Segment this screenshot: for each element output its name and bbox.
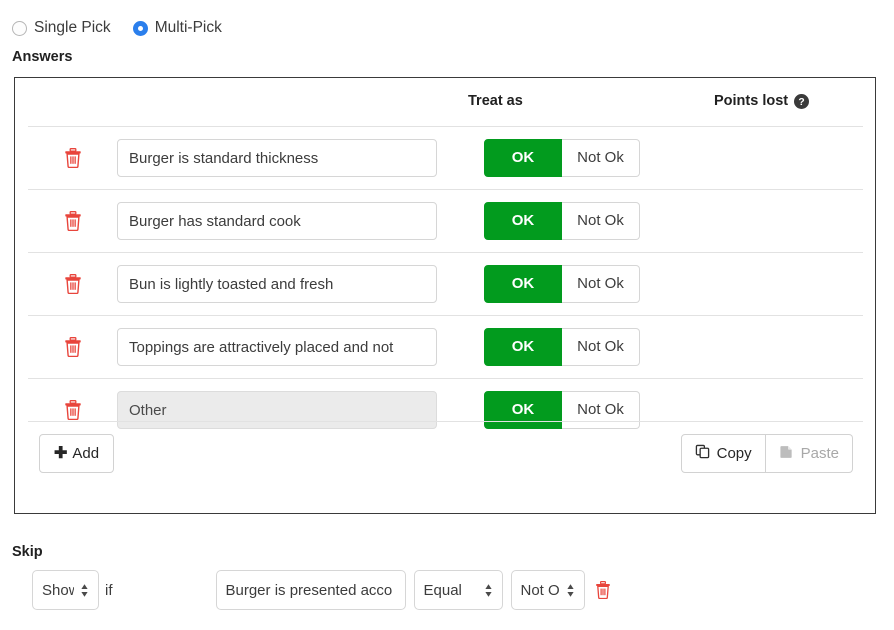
- treat-as-not-ok-button[interactable]: Not Ok: [562, 265, 640, 303]
- delete-answer-button[interactable]: [64, 211, 82, 232]
- delete-answer-cell: [28, 148, 117, 169]
- answer-text-input[interactable]: [117, 328, 437, 366]
- table-row: OKNot Ok: [28, 126, 863, 189]
- skip-action-select[interactable]: Show: [32, 570, 99, 610]
- copy-label: Copy: [716, 445, 752, 462]
- chevron-updown-icon: [566, 583, 575, 598]
- pick-type-radio-group: Single Pick Multi-Pick: [12, 17, 244, 39]
- column-header-points-lost: Points lost ?: [714, 93, 810, 109]
- answers-panel-footer: ✚ Add Copy Paste: [28, 421, 863, 513]
- delete-answer-cell: [28, 274, 117, 295]
- copy-button[interactable]: Copy: [680, 434, 766, 473]
- skip-section-title: Skip: [12, 544, 43, 560]
- column-header-points-lost-label: Points lost: [714, 93, 789, 109]
- copy-paste-group: Copy Paste: [680, 434, 853, 473]
- skip-value-value: Not Ok: [520, 581, 560, 599]
- answer-text-input[interactable]: [117, 265, 437, 303]
- delete-answer-button[interactable]: [64, 337, 82, 358]
- help-circle-icon[interactable]: ?: [794, 93, 810, 109]
- skip-if-label: if: [105, 581, 113, 599]
- treat-as-toggle-group: OK Not Ok: [484, 202, 640, 240]
- chevron-updown-icon: [484, 583, 493, 598]
- radio-single-pick-label: Single Pick: [34, 19, 111, 36]
- skip-value-select[interactable]: Not Ok: [510, 570, 585, 610]
- treat-as-ok-button[interactable]: OK: [484, 265, 562, 303]
- delete-skip-condition-button[interactable]: [595, 581, 611, 600]
- answers-row-list: OKNot OkOKNot OkOKNot OkOKNot OkOKNot Ok: [15, 126, 875, 441]
- treat-as-not-ok-button[interactable]: Not Ok: [562, 202, 640, 240]
- svg-text:?: ?: [798, 97, 804, 108]
- column-header-treat-as: Treat as: [468, 93, 523, 109]
- skip-operator-value: Equal: [423, 581, 462, 599]
- paste-icon: [779, 444, 794, 463]
- table-row: OKNot Ok: [28, 189, 863, 252]
- delete-answer-cell: [28, 337, 117, 358]
- answer-text-input[interactable]: [117, 139, 437, 177]
- paste-label: Paste: [800, 445, 839, 462]
- plus-icon: ✚: [54, 444, 68, 462]
- delete-answer-button[interactable]: [64, 400, 82, 421]
- answer-text-input[interactable]: [117, 202, 437, 240]
- answers-panel: Treat as Points lost ? OKNot OkOKNot OkO…: [14, 77, 876, 514]
- treat-as-toggle-group: OK Not Ok: [484, 139, 640, 177]
- treat-as-not-ok-button[interactable]: Not Ok: [562, 139, 640, 177]
- delete-answer-button[interactable]: [64, 148, 82, 169]
- paste-button: Paste: [765, 434, 853, 473]
- radio-option-multi-pick[interactable]: Multi-Pick: [132, 19, 222, 37]
- radio-single-pick-indicator[interactable]: [12, 20, 27, 36]
- chevron-updown-icon: [80, 583, 89, 598]
- radio-option-single-pick[interactable]: Single Pick: [12, 19, 111, 37]
- table-row: OKNot Ok: [28, 315, 863, 378]
- treat-as-toggle-group: OK Not Ok: [484, 265, 640, 303]
- delete-answer-cell: [28, 211, 117, 232]
- delete-answer-button[interactable]: [64, 274, 82, 295]
- radio-multi-pick-label: Multi-Pick: [154, 19, 222, 36]
- delete-answer-cell: [28, 400, 117, 421]
- skip-question-value: Burger is presented acco: [225, 581, 393, 599]
- answers-table-header: Treat as Points lost ?: [15, 78, 875, 126]
- treat-as-toggle-group: OK Not Ok: [484, 328, 640, 366]
- skip-question-select[interactable]: Burger is presented acco: [215, 570, 406, 610]
- treat-as-ok-button[interactable]: OK: [484, 139, 562, 177]
- skip-operator-select[interactable]: Equal: [413, 570, 503, 610]
- add-answer-button[interactable]: ✚ Add: [39, 434, 115, 473]
- treat-as-not-ok-button[interactable]: Not Ok: [562, 328, 640, 366]
- treat-as-ok-button[interactable]: OK: [484, 328, 562, 366]
- skip-condition-row: Show if Burger is presented acco Equal N…: [12, 570, 611, 610]
- radio-multi-pick-indicator[interactable]: [132, 20, 148, 36]
- table-row: OKNot Ok: [28, 252, 863, 315]
- treat-as-ok-button[interactable]: OK: [484, 202, 562, 240]
- copy-icon: [695, 444, 710, 463]
- add-answer-label: Add: [72, 445, 100, 462]
- skip-action-value: Show: [42, 581, 74, 599]
- answers-section-title: Answers: [12, 49, 73, 65]
